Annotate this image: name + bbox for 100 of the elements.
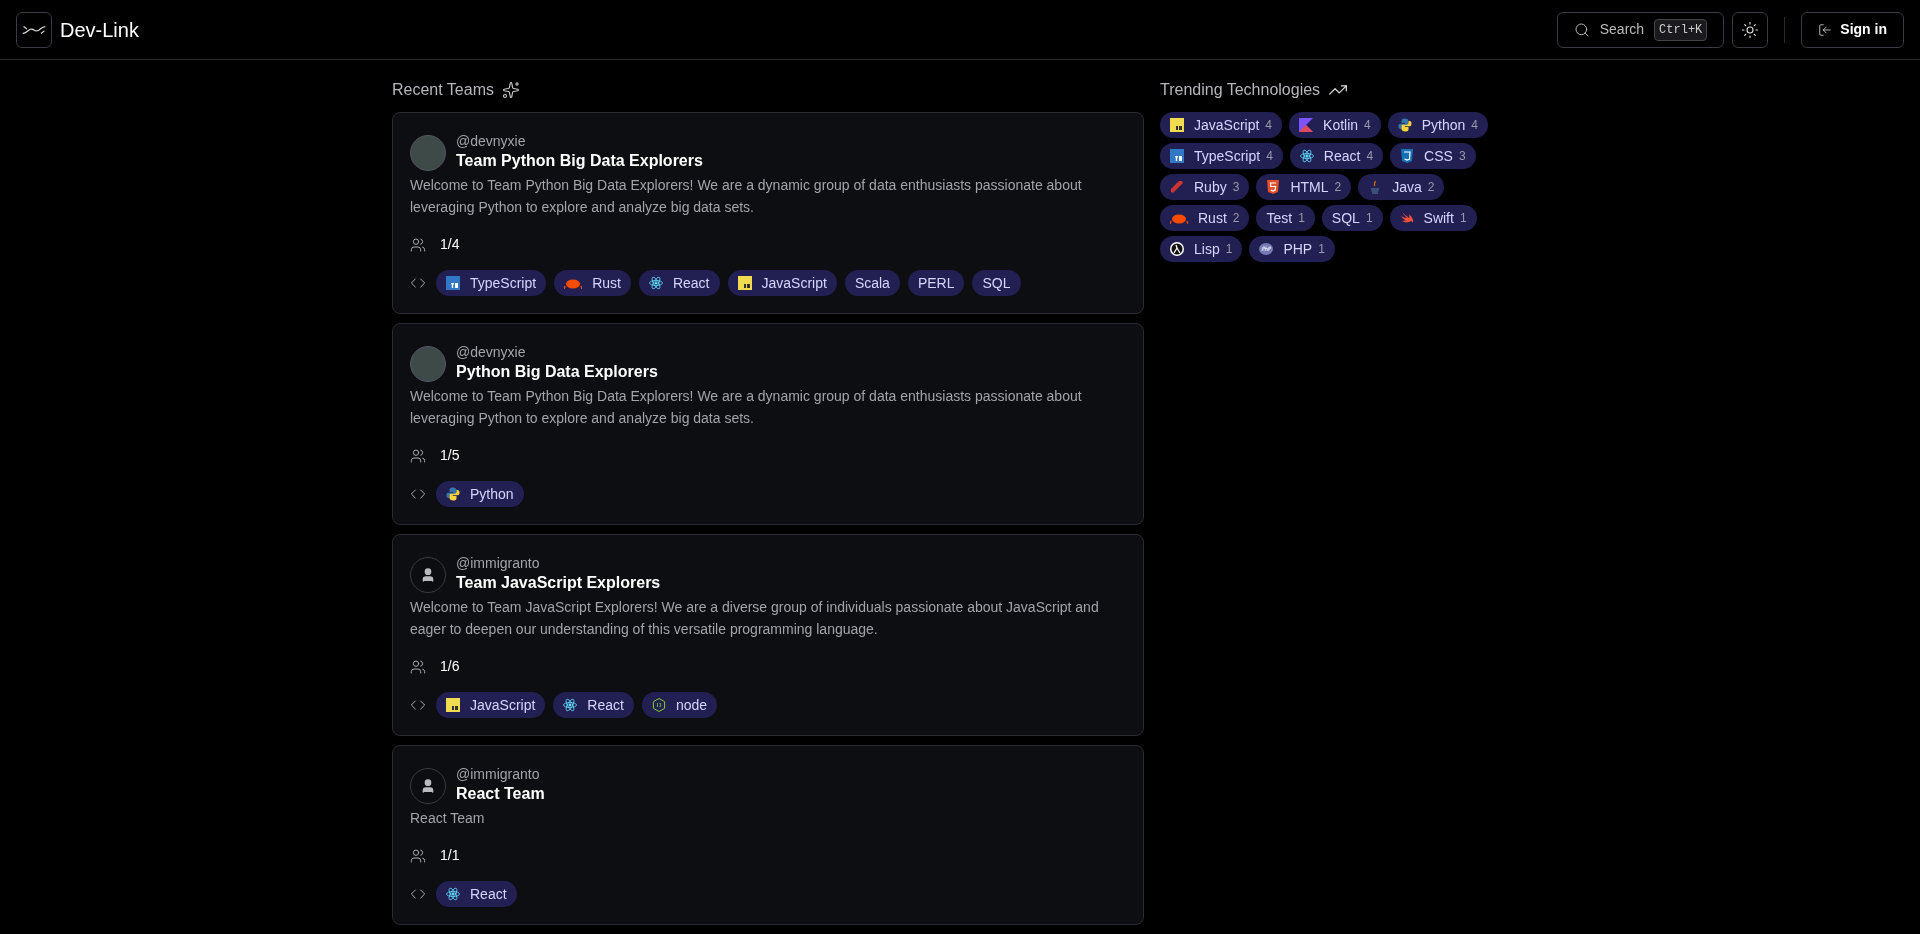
search-icon [1573,21,1590,38]
technology-count: 4 [1471,117,1479,134]
members-icon [410,447,426,464]
team-owner[interactable]: @immigranto [456,765,545,783]
theme-toggle-button[interactable] [1732,11,1769,48]
code-icon [410,486,426,502]
technology-name: CSS [1424,146,1453,166]
technology-tag[interactable]: SQL 1 [1321,205,1383,231]
technology-name: React [587,695,624,715]
shortcut-key: Ctrl+K [1654,18,1708,41]
section-title: Trending Technologies [1160,80,1321,100]
team-description: Welcome to Team JavaScript Explorers! We are a diverse group of individuals passionate about JavaScript and eager to deepen our understanding of this versatile programming language. [410,598,1100,639]
technology-tag[interactable]: Kotlin 4 [1289,112,1381,138]
team-owner[interactable]: @devnyxie [456,132,703,150]
brand-name[interactable]: Dev-Link [60,14,139,45]
technology-tag[interactable]: Rust 2 [1160,205,1250,231]
technology-name: JavaScript [1194,115,1260,135]
atom-icon [563,698,578,712]
atom-icon [648,276,663,290]
technology-tag[interactable]: Python 4 [1387,112,1489,138]
technology-tag[interactable]: TypeScript [436,270,547,296]
technology-count: 4 [1364,117,1371,134]
team-owner[interactable]: @devnyxie [456,343,658,361]
technology-name: HTML [1290,177,1329,197]
atom-icon [446,887,460,901]
technology-name: Lisp [1194,239,1220,259]
technology-tag[interactable]: Scala [844,270,900,296]
technology-name: node [675,695,708,715]
technology-name: Kotlin [1323,115,1359,135]
team-name[interactable]: Python Big Data Explorers [456,361,658,383]
team-card[interactable]: @immigranto React Team React Team 1/1 React [392,745,1144,925]
technology-tag[interactable]: Java 2 [1358,174,1445,200]
bird-icon [1399,211,1414,225]
technology-tag[interactable]: TypeScript 4 [1160,143,1283,169]
technology-tag[interactable]: Test 1 [1256,205,1315,231]
technology-tag[interactable]: Rust [554,270,631,296]
kotlin-logo-icon [1299,118,1314,132]
ts-logo-icon [446,276,460,290]
technology-count: 1 [1318,241,1325,258]
technology-tag[interactable]: React [638,270,720,296]
technology-tag[interactable]: Swift 1 [1389,205,1477,231]
technology-tag[interactable]: JavaScript [727,270,837,296]
team-card[interactable] [392,112,1144,314]
team-name[interactable]: Team JavaScript Explorers [456,572,661,594]
technology-tag[interactable]: PERL [907,270,965,296]
technology-count: 1 [1298,210,1305,227]
atom-icon [1299,149,1314,163]
logo-icon[interactable] [16,11,52,48]
technology-name: TypeScript [470,273,537,293]
technology-tag[interactable]: JavaScript [436,692,546,718]
technology-name: Python [1421,115,1466,135]
code-icon [410,886,426,902]
technology-count: 4 [1266,148,1273,165]
technology-tag[interactable]: React [436,881,517,907]
team-owner[interactable]: @immigranto [456,554,661,572]
search-button[interactable]: Search Ctrl+K [1556,11,1725,48]
ts-logo-icon [1170,149,1184,163]
member-count: 1/6 [440,657,460,676]
technology-count: 2 [1334,179,1342,196]
technology-name: React [1323,146,1361,166]
sun-icon [1741,20,1760,39]
technology-name: Test [1266,208,1293,228]
technology-count: 3 [1232,179,1240,196]
technology-tag[interactable]: Lisp 1 [1160,236,1243,262]
technology-name: SQL [1331,208,1360,228]
technology-tag[interactable]: React 4 [1289,143,1384,169]
lambda-logo-icon [1170,242,1184,256]
js-logo-icon [446,698,460,712]
technology-tag[interactable]: HTML 2 [1256,174,1352,200]
technology-count: 4 [1366,148,1374,165]
technology-tag[interactable]: CSS 3 [1390,143,1476,169]
technology-tag[interactable]: Ruby 3 [1160,174,1250,200]
team-card[interactable] [392,534,1144,736]
technology-name: JavaScript [470,695,536,715]
team-card[interactable] [392,323,1144,525]
technology-name: SQL [982,273,1011,293]
avatar-photo-placeholder [410,135,446,171]
technology-tag[interactable]: PHP 1 [1249,236,1335,262]
team-description: Welcome to Team Python Big Data Explorers! We are a dynamic group of data enthusiasts passionate about leveraging Python to explore and analyze big data sets. [410,387,1083,428]
technology-tag[interactable]: SQL [972,270,1021,296]
technology-name: PHP [1283,239,1313,259]
technology-name: PERL [917,273,955,293]
technology-count: 4 [1265,117,1273,134]
technology-tag[interactable]: JavaScript 4 [1160,112,1283,138]
python-logo-icon [1397,118,1412,132]
js-logo-icon [1170,118,1184,132]
technology-count: 1 [1459,210,1467,227]
sign-in-button[interactable]: Sign in [1801,11,1904,48]
team-name[interactable]: Team Python Big Data Explorers [456,150,703,172]
technology-name: Swift [1423,208,1454,228]
technology-tag[interactable]: node [641,692,718,718]
technology-tag[interactable]: React [553,692,634,718]
technology-tag[interactable]: Python [436,481,524,507]
sparkles-icon [502,81,520,99]
team-name[interactable]: React Team [456,783,545,805]
technology-name: React [672,273,710,293]
shield-icon [1266,180,1281,194]
js-logo-icon [737,276,752,290]
technology-name: Ruby [1194,177,1227,197]
hexagon-icon [651,698,666,712]
